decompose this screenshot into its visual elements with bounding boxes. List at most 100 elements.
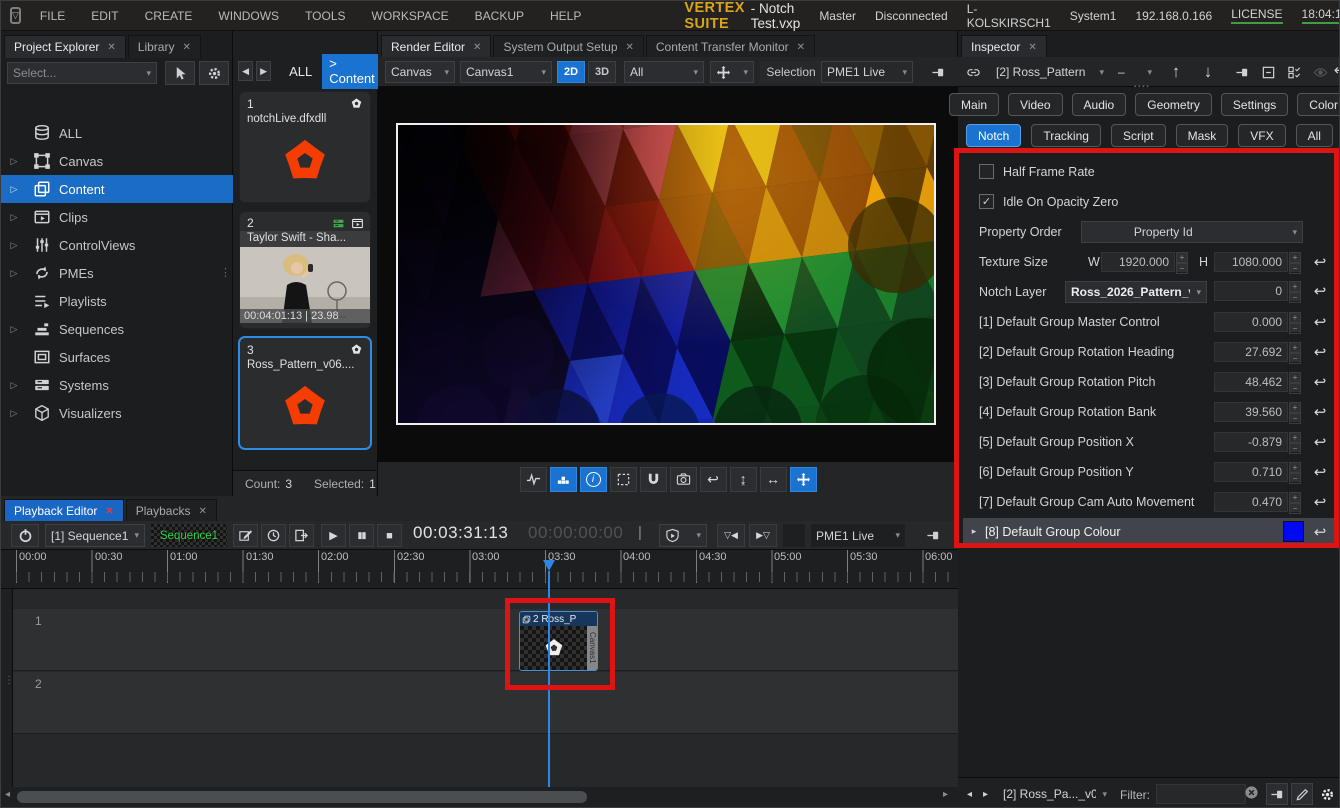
property-stepper[interactable]: +− [1289, 492, 1301, 512]
panel-splitter-handle[interactable]: ⋮ [220, 266, 230, 279]
reset-icon[interactable]: ↩ [1310, 433, 1330, 451]
tab-settings[interactable]: Settings [1221, 93, 1288, 116]
menu-edit[interactable]: EDIT [78, 1, 131, 31]
next-object-button[interactable]: ↓ [1194, 59, 1222, 85]
property-stepper[interactable]: +− [1289, 462, 1301, 482]
property-value-field[interactable]: 27.692 [1214, 342, 1288, 362]
cue-previous-button[interactable]: ▽◀ [717, 524, 745, 547]
pme-live-dropdown[interactable]: PME1 Live▾ [811, 524, 905, 547]
property-stepper[interactable]: +− [1289, 402, 1301, 422]
menu-file[interactable]: FILE [27, 1, 78, 31]
sidebar-item-all[interactable]: ALL [1, 119, 233, 147]
scrollbar-thumb[interactable] [17, 791, 587, 803]
display-filter-dropdown[interactable]: All▾ [624, 61, 704, 83]
fit-horizontal-button[interactable]: ↔ [760, 467, 787, 492]
content-item-video[interactable]: 2 Taylor Swift - Sha... 00:04:01:13 | 23… [239, 211, 371, 329]
reset-icon[interactable]: ↩ [1310, 253, 1330, 271]
close-icon[interactable]: ✕ [105, 506, 113, 517]
sidebar-item-surfaces[interactable]: Surfaces [1, 343, 233, 371]
edit-button[interactable] [1291, 783, 1313, 805]
pause-button[interactable]: ▮▮ [349, 524, 374, 547]
tab-all[interactable]: All [1296, 124, 1333, 147]
close-icon[interactable]: ✕ [797, 42, 805, 53]
reset-icon[interactable]: ↩ [1310, 523, 1330, 541]
content-item-ross-pattern[interactable]: 3 Ross_Pattern_v06.... [239, 337, 371, 449]
pin-button[interactable] [1266, 783, 1288, 805]
collapse-handle[interactable]: ▪▪▪▪ [1134, 84, 1151, 90]
expander-icon[interactable]: ▷ [1, 184, 27, 195]
tab-render-editor[interactable]: Render Editor✕ [381, 35, 491, 58]
pme-live-dropdown[interactable]: PME1 Live▾ [821, 61, 913, 83]
filter-input[interactable] [1156, 784, 1246, 804]
pin-button[interactable] [921, 524, 945, 547]
cue-mode-dropdown[interactable]: ▾ [659, 524, 707, 547]
half-frame-rate-checkbox[interactable]: ✓ [979, 164, 994, 179]
reset-icon[interactable]: ↩ [1310, 493, 1330, 511]
history-object-dropdown[interactable]: [2] Ross_Pa..._v0...▾ [998, 783, 1112, 805]
tab-inspector[interactable]: Inspector✕ [961, 35, 1047, 58]
sidebar-item-clips[interactable]: ▷Clips [1, 203, 233, 231]
marquee-select-button[interactable] [610, 467, 637, 492]
tab-playback-editor[interactable]: Playback Editor✕ [4, 499, 124, 522]
tab-content-transfer-monitor[interactable]: Content Transfer Monitor✕ [646, 35, 815, 58]
thumbnail-overlay-button[interactable] [550, 467, 577, 492]
texture-width-stepper[interactable]: +− [1176, 252, 1188, 272]
expander-icon[interactable]: ▷ [1, 156, 27, 167]
expander-icon[interactable]: ▷ [1, 268, 27, 279]
notch-layer-stepper[interactable]: +− [1289, 281, 1301, 301]
sidebar-item-visualizers[interactable]: ▷Visualizers [1, 399, 233, 427]
tab-library[interactable]: Library✕ [128, 35, 201, 58]
play-button[interactable]: ▶ [321, 524, 346, 547]
playhead-marker[interactable] [543, 560, 555, 571]
collapse-window-button[interactable] [1256, 61, 1281, 83]
texture-width-field[interactable]: 1920.000 [1101, 252, 1175, 272]
texture-height-stepper[interactable]: +− [1289, 252, 1301, 272]
close-icon[interactable]: ✕ [473, 42, 481, 53]
property-stepper[interactable]: +− [1289, 432, 1301, 452]
tab-system-output-setup[interactable]: System Output Setup✕ [493, 35, 643, 58]
tab-tracking[interactable]: Tracking [1031, 124, 1101, 147]
render-viewport[interactable] [378, 87, 958, 462]
timeline-scrollbar[interactable]: ◂ ▸ [1, 787, 958, 807]
expander-icon[interactable]: ▷ [1, 380, 27, 391]
tab-playbacks[interactable]: Playbacks✕ [126, 499, 217, 522]
notch-layer-dropdown[interactable]: Ross_2026_Pattern_v0▾ [1065, 281, 1207, 303]
reset-icon[interactable]: ↩ [1310, 373, 1330, 391]
sidebar-item-sequences[interactable]: ▷Sequences [1, 315, 233, 343]
settings-button[interactable] [199, 61, 229, 85]
sidebar-item-controlviews[interactable]: ▷ControlViews [1, 231, 233, 259]
reset-icon[interactable]: ↩ [1310, 403, 1330, 421]
menu-tools[interactable]: TOOLS [292, 1, 358, 31]
property-value-field[interactable]: 39.560 [1214, 402, 1288, 422]
content-item-notchlive[interactable]: 1 notchLive.dfxdll [239, 91, 371, 203]
pin-inspector-button[interactable] [1230, 61, 1255, 83]
reset-view-button[interactable]: ↩ [700, 467, 727, 492]
stop-button[interactable]: ■ [377, 524, 402, 547]
menu-create[interactable]: CREATE [132, 1, 206, 31]
property-list-button[interactable] [1282, 61, 1307, 83]
expander-icon[interactable]: ▷ [1, 324, 27, 335]
license-button[interactable]: LICENSE [1231, 7, 1282, 24]
nav-back-button[interactable]: ◀ [238, 61, 253, 81]
reset-icon[interactable]: ↩ [1310, 343, 1330, 361]
menu-help[interactable]: HELP [537, 1, 594, 31]
prev-object-button[interactable]: ↑ [1162, 59, 1190, 85]
pointer-tool-button[interactable] [165, 61, 195, 85]
reset-icon[interactable]: ↩ [1310, 313, 1330, 331]
sidebar-item-canvas[interactable]: ▷Canvas [1, 147, 233, 175]
sequence-preview[interactable]: Sequence1 [151, 524, 227, 547]
notch-layer-field[interactable]: 0 [1214, 281, 1288, 301]
sidebar-item-content[interactable]: ▷Content [1, 175, 233, 203]
snap-button[interactable] [640, 467, 667, 492]
goto-end-button[interactable] [289, 524, 314, 547]
close-icon[interactable]: ✕ [626, 42, 634, 53]
property-value-field[interactable]: -0.879 [1214, 432, 1288, 452]
cue-next-button[interactable]: ▶▽ [749, 524, 777, 547]
tab-script[interactable]: Script [1111, 124, 1166, 147]
tab-color[interactable]: Color [1297, 93, 1340, 116]
sidebar-item-systems[interactable]: ▷Systems [1, 371, 233, 399]
property-value-field[interactable]: 0.000 [1214, 312, 1288, 332]
tab-vfx[interactable]: VFX [1238, 124, 1285, 147]
scroll-right-button[interactable]: ▸ [943, 789, 948, 800]
clear-filter-button[interactable] [1244, 785, 1260, 801]
